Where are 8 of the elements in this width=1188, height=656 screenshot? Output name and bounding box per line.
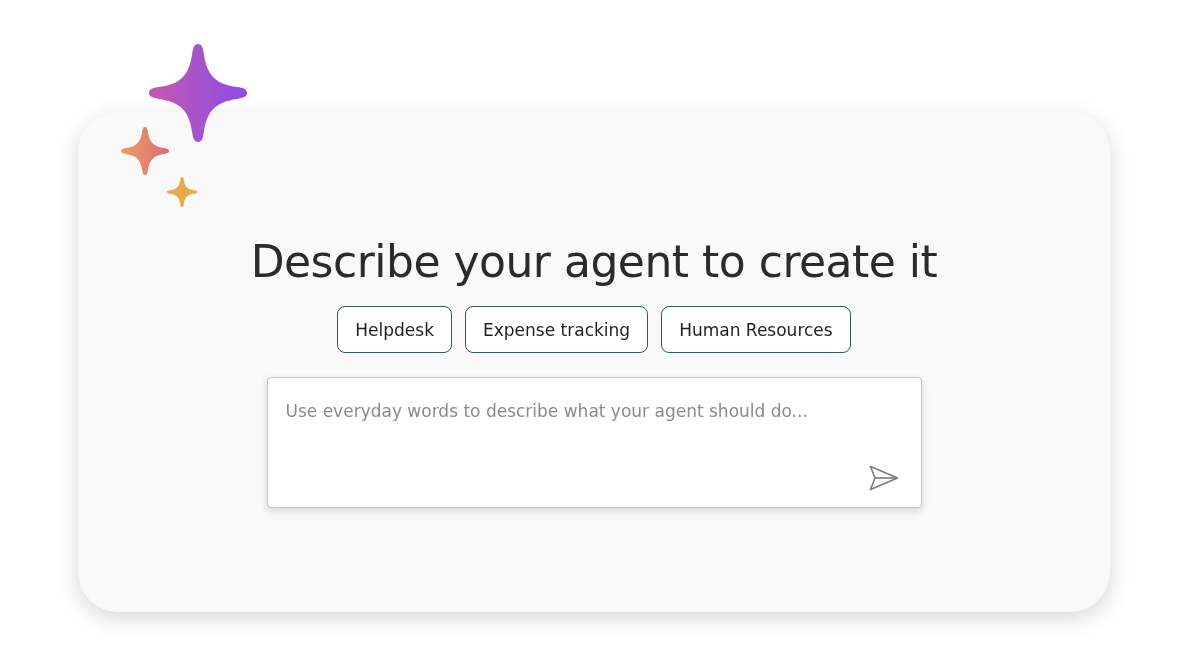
sparkle-icon xyxy=(167,177,197,207)
suggestion-chip[interactable]: Helpdesk xyxy=(337,306,453,353)
suggestion-chip[interactable]: Human Resources xyxy=(661,306,851,353)
send-icon xyxy=(868,465,899,491)
suggestion-chip[interactable]: Expense tracking xyxy=(465,306,649,353)
page-title: Describe your agent to create it xyxy=(250,235,938,289)
send-button[interactable] xyxy=(867,463,900,493)
prompt-field[interactable]: Use everyday words to describe what your agent should do... xyxy=(266,377,922,508)
